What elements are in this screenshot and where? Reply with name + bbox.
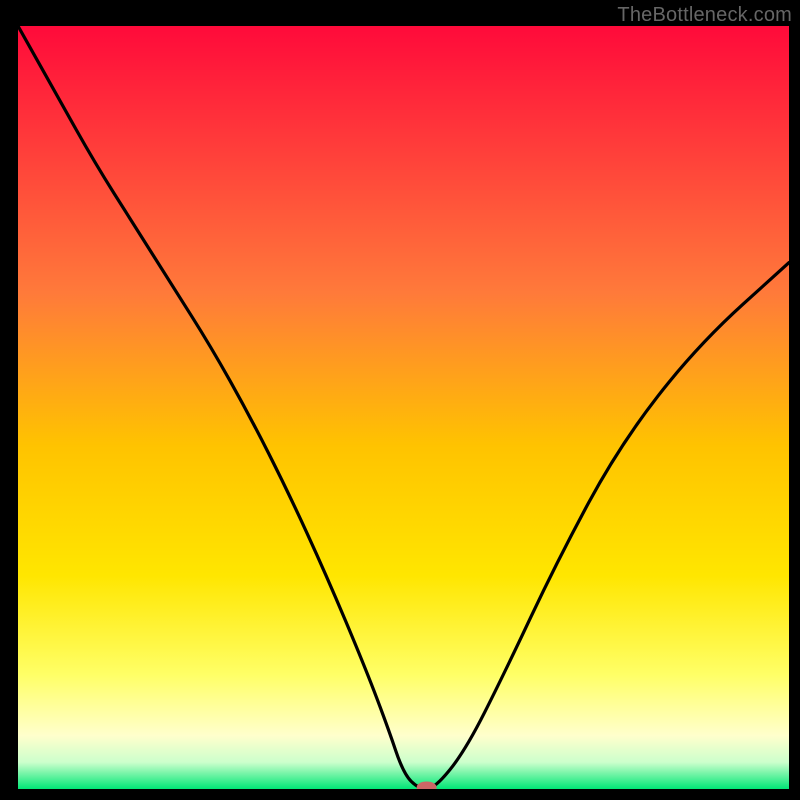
attribution-text: TheBottleneck.com [617,4,792,27]
chart-frame: TheBottleneck.com [0,0,800,800]
gradient-background [18,26,789,789]
plot-svg [18,26,789,789]
plot-area [18,26,789,789]
